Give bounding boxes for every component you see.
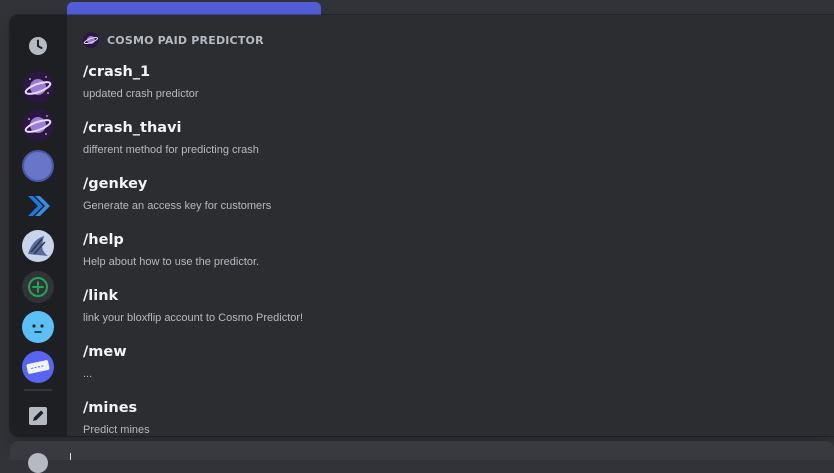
command-description: updated crash predictor <box>83 88 199 100</box>
planet-icon[interactable] <box>22 109 54 141</box>
plus-circle-icon[interactable] <box>22 271 54 303</box>
command-description: different method for predicting crash <box>83 144 259 156</box>
command-name: /mines <box>83 400 138 416</box>
face-icon[interactable] <box>22 311 54 343</box>
top-accent-strip <box>67 2 321 16</box>
command-list: COSMO PAID PREDICTOR /crash_1 updated cr… <box>67 15 834 436</box>
planet-icon[interactable] <box>22 71 54 103</box>
message-input-bar[interactable] <box>10 441 834 473</box>
painting-icon[interactable] <box>22 230 54 262</box>
command-description: link your bloxflip account to Cosmo Pred… <box>83 312 304 324</box>
command-item[interactable]: /crash_thavi different method for predic… <box>83 119 259 157</box>
command-name: /link <box>83 288 119 304</box>
command-description: Help about how to use the predictor. <box>83 256 260 268</box>
rail-divider <box>24 389 52 391</box>
command-name: /crash_1 <box>83 64 151 80</box>
command-item[interactable]: /link link your bloxflip account to Cosm… <box>83 287 303 325</box>
command-description: Predict mines <box>83 424 150 436</box>
blank-avatar-icon[interactable] <box>22 150 54 182</box>
attach-plus-icon[interactable] <box>28 453 48 473</box>
command-name: /mew <box>83 344 127 360</box>
list-header: COSMO PAID PREDICTOR <box>83 31 264 49</box>
command-name: /crash_thavi <box>83 120 182 136</box>
app-rail <box>10 15 67 436</box>
chevrons-icon[interactable] <box>22 190 54 222</box>
command-item[interactable]: /mines Predict mines <box>83 399 150 436</box>
command-item[interactable]: /genkey Generate an access key for custo… <box>83 175 271 213</box>
text-caret <box>70 453 71 460</box>
command-autocomplete-popup: COSMO PAID PREDICTOR /crash_1 updated cr… <box>10 15 834 436</box>
pencil-icon[interactable] <box>22 400 54 432</box>
command-description: ... <box>83 368 93 380</box>
command-name: /genkey <box>83 176 148 192</box>
planet-icon <box>83 32 99 48</box>
command-item[interactable]: /help Help about how to use the predicto… <box>83 231 259 269</box>
app-name: COSMO PAID PREDICTOR <box>107 33 264 47</box>
command-item[interactable]: /mew ... <box>83 343 127 381</box>
command-item[interactable]: /crash_1 updated crash predictor <box>83 63 199 101</box>
tickets-icon[interactable] <box>22 351 54 383</box>
clock-icon[interactable] <box>22 30 54 62</box>
command-name: /help <box>83 232 124 248</box>
command-description: Generate an access key for customers <box>83 200 272 212</box>
